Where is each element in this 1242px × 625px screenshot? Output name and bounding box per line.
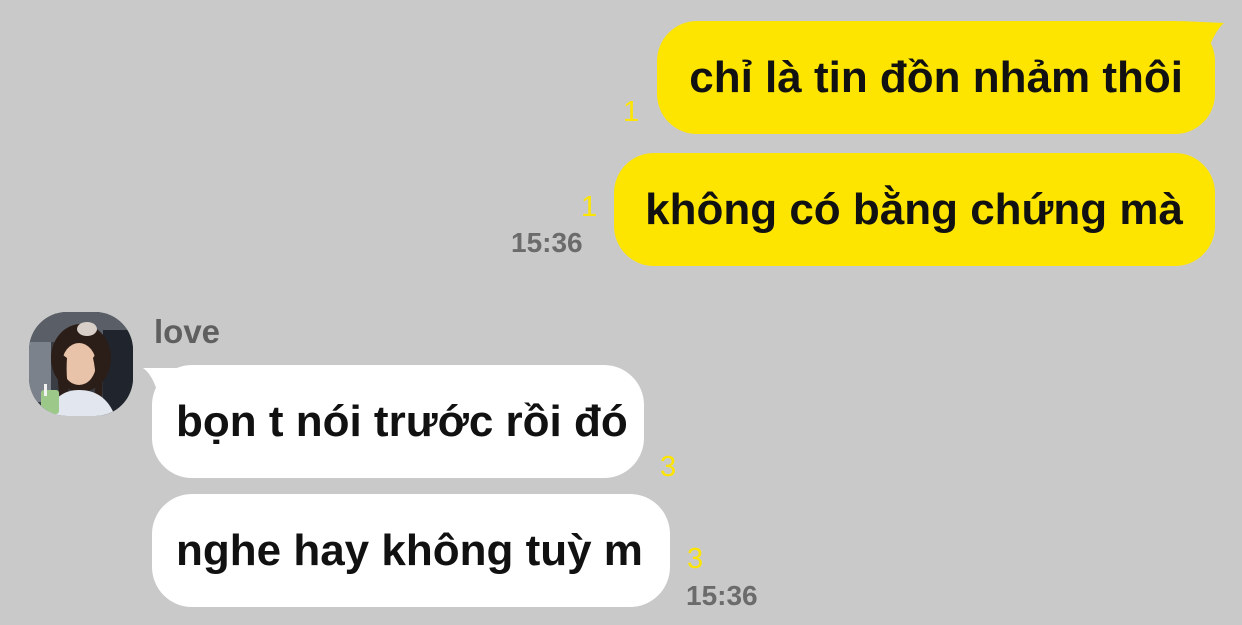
message-text: chỉ là tin đồn nhảm thôi <box>689 52 1183 102</box>
unread-count: 1 <box>623 96 640 128</box>
incoming-message-bubble[interactable]: bọn t nói trước rồi đó <box>152 365 644 478</box>
message-timestamp: 15:36 <box>511 227 583 258</box>
unread-count: 3 <box>660 451 677 483</box>
sender-name: love <box>154 313 221 350</box>
sender-avatar[interactable] <box>29 312 133 416</box>
outgoing-message-bubble[interactable]: không có bằng chứng mà <box>614 153 1215 266</box>
message-text: bọn t nói trước rồi đó <box>176 396 628 446</box>
outgoing-message-bubble[interactable]: chỉ là tin đồn nhảm thôi <box>657 21 1215 134</box>
avatar-photo-icon <box>29 312 133 416</box>
unread-count: 1 <box>581 191 598 223</box>
bubble-tail-icon <box>1180 21 1224 61</box>
message-timestamp: 15:36 <box>686 580 758 611</box>
unread-count: 3 <box>687 543 704 575</box>
message-text: không có bằng chứng mà <box>645 184 1183 234</box>
incoming-message-bubble[interactable]: nghe hay không tuỳ m <box>152 494 670 607</box>
message-text: nghe hay không tuỳ m <box>176 525 643 575</box>
